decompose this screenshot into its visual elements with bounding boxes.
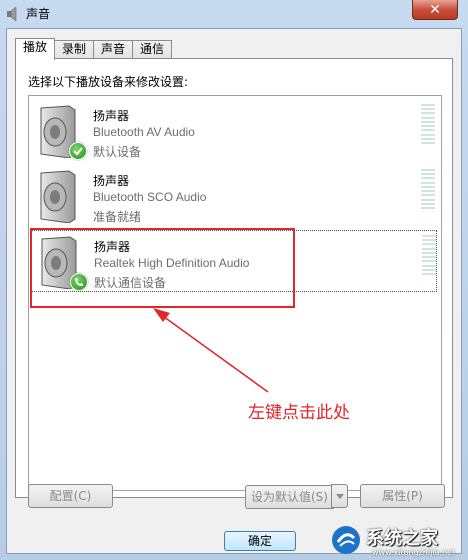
- volume-meter: [421, 169, 435, 209]
- close-button[interactable]: ✕: [412, 0, 458, 20]
- highlight-box: [30, 228, 295, 308]
- watermark-logo-icon: [332, 526, 360, 554]
- device-description: Bluetooth SCO Audio: [93, 190, 207, 204]
- device-name: 扬声器: [93, 174, 130, 188]
- tab-communications[interactable]: 通信: [132, 40, 173, 59]
- tab-playback[interactable]: 播放: [15, 38, 56, 60]
- watermark-text: 系统之家: [366, 528, 438, 549]
- speaker-icon: [7, 6, 17, 22]
- device-description: Bluetooth AV Audio: [93, 125, 195, 139]
- tab-recording[interactable]: 录制: [54, 40, 95, 59]
- device-status: 默认设备: [93, 145, 142, 159]
- volume-meter: [422, 235, 436, 275]
- device-name: 扬声器: [93, 109, 130, 123]
- close-icon: ✕: [429, 1, 441, 18]
- ok-button[interactable]: 确定: [224, 531, 296, 551]
- title-bar[interactable]: 声音 ✕: [0, 0, 468, 28]
- list-item[interactable]: 扬声器 Bluetooth SCO Audio 准备就绪: [31, 165, 437, 227]
- list-item[interactable]: 扬声器 Bluetooth AV Audio 默认设备: [31, 100, 437, 162]
- watermark-url: www.xitongzhijia.net: [372, 548, 456, 557]
- instruction-text: 选择以下播放设备来修改设置:: [28, 75, 189, 89]
- device-status: 准备就绪: [93, 210, 142, 224]
- properties-button[interactable]: 属性(P): [360, 484, 445, 508]
- annotation-text: 左键点击此处: [248, 403, 350, 423]
- tab-strip: 播放 录制 声音 通信: [15, 38, 173, 60]
- tab-sounds[interactable]: 声音: [93, 40, 134, 59]
- sound-dialog: 声音 ✕ 播放 录制 声音 通信 选择以下播放设备来修改设置: 扬声器 Blue…: [0, 0, 468, 560]
- watermark: 系统之家 www.xitongzhijia.net: [326, 518, 468, 560]
- configure-button[interactable]: 配置(C): [28, 484, 113, 508]
- volume-meter: [421, 104, 435, 144]
- window-title: 声音: [26, 7, 51, 21]
- speaker-device-icon: [40, 170, 76, 223]
- set-default-dropdown-button[interactable]: [331, 484, 348, 508]
- check-icon: [69, 142, 87, 160]
- set-default-button[interactable]: 设为默认值(S): [245, 485, 334, 509]
